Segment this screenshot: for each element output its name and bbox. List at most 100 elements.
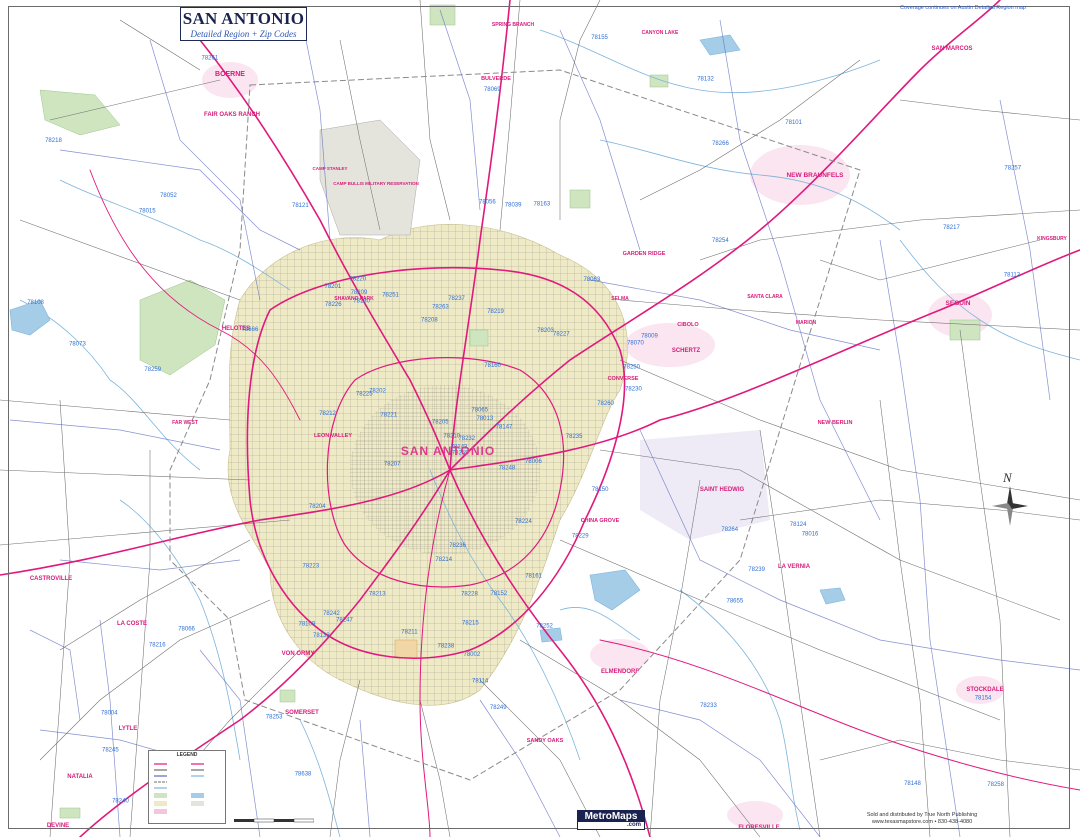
city-label: FAIR OAKS RANCH: [204, 112, 260, 118]
zip-label: 78109: [299, 622, 316, 628]
city-label: CANYON LAKE: [642, 30, 679, 36]
city-label: SCHERTZ: [672, 348, 701, 354]
zip-label: 78221: [380, 413, 397, 419]
zip-label: 78212: [319, 411, 336, 417]
city-label: SANTA CLARA: [747, 294, 783, 300]
zip-label: 78250: [623, 365, 640, 371]
zip-label: 78150: [592, 487, 609, 493]
city-label: NATALIA: [67, 774, 93, 780]
map-subtitle: Detailed Region + Zip Codes: [190, 29, 297, 39]
zip-label: 78163: [534, 202, 551, 208]
zip-label: 78228: [461, 592, 478, 598]
zip-label: 78213: [369, 592, 386, 598]
zip-label: 78229: [572, 534, 589, 540]
city-label: NEW BRAUNFELS: [786, 172, 844, 179]
zip-label: 78070: [627, 341, 644, 347]
title-box: SAN ANTONIO Detailed Region + Zip Codes: [180, 7, 307, 41]
zip-label: 78063: [584, 277, 601, 283]
zip-label: 78065: [471, 408, 488, 414]
zip-label: 78154: [975, 696, 992, 702]
compass-rose: N: [990, 470, 1030, 530]
zip-label: 78235: [566, 434, 583, 440]
city-label: CASTROVILLE: [30, 576, 72, 582]
zip-label: 78203: [537, 328, 554, 334]
zip-label: 78208: [421, 317, 438, 323]
brand-suffix: .com: [626, 822, 641, 828]
city-label: FLORESVILLE: [738, 825, 779, 831]
zip-label: 78258: [987, 782, 1004, 788]
legend-swatches: [154, 763, 204, 814]
zip-label: 78015: [139, 209, 156, 215]
compass-star-icon: [992, 486, 1028, 526]
zip-label: 78266: [712, 141, 729, 147]
zip-label: 78124: [790, 522, 807, 528]
zip-label: 78160: [484, 363, 501, 369]
city-label: MARION: [796, 320, 817, 326]
zip-label: 78112: [1004, 273, 1021, 279]
zip-label: 78101: [785, 120, 802, 126]
zip-label: 78006: [525, 459, 542, 465]
city-label: HELOTES: [222, 326, 250, 332]
zip-label: 78073: [69, 342, 86, 348]
zip-label: 78251: [382, 293, 399, 299]
zip-label: 78133: [313, 633, 330, 639]
zip-label: 78114: [472, 678, 489, 684]
zip-label: 78069: [484, 87, 501, 93]
zip-label: 78261: [202, 56, 219, 62]
legend-title: LEGEND: [176, 752, 198, 758]
zip-label: 78239: [748, 567, 765, 573]
city-label: SAINT HEDWIG: [700, 487, 745, 493]
city-label: DEVINE: [47, 823, 69, 829]
city-label: GARDEN RIDGE: [623, 251, 666, 257]
city-label: CAMP STANLEY: [312, 166, 347, 171]
city-label: CAMP BULLIS MILITARY RESERVATION: [333, 181, 419, 186]
zip-label: 78247: [336, 618, 353, 624]
scale-bar: [234, 818, 314, 823]
zip-label: 78224: [515, 519, 532, 525]
zip-label: 78238: [438, 644, 455, 650]
city-label: BULVERDE: [481, 76, 511, 82]
distributor-note: Sold and distributed by True North Publi…: [832, 812, 1012, 825]
zip-label: 78215: [462, 620, 479, 626]
zip-label: 78218: [45, 138, 62, 144]
zip-label: 78248: [499, 466, 516, 472]
zip-label: 78152: [491, 591, 508, 597]
city-label: CHINA GROVE: [581, 518, 620, 524]
city-label: CONVERSE: [608, 376, 639, 382]
zip-label: 78148: [904, 781, 921, 787]
zip-label: 78257: [1004, 165, 1021, 171]
city-label: FAR WEST: [172, 420, 198, 426]
city-label: SHAVANO PARK: [334, 296, 374, 302]
zip-label: 78002: [464, 652, 481, 658]
zip-label: 78214: [435, 557, 452, 563]
zip-label: 78226: [325, 302, 342, 308]
city-label: NEW BERLIN: [818, 420, 853, 426]
zip-label: 78223: [303, 563, 320, 569]
legend-box: LEGEND: [148, 750, 226, 824]
region-map[interactable]: 78006 78015 78013 78004 78070 78133 78132 78163…: [0, 0, 1080, 837]
city-label: LYTLE: [119, 726, 137, 732]
zip-label: 78264: [721, 527, 738, 533]
zip-label: 78013: [477, 416, 494, 422]
zip-label: 78254: [712, 238, 729, 244]
zip-label: 78066: [178, 627, 195, 633]
city-label: STOCKDALE: [966, 687, 1003, 693]
zip-label: 78245: [102, 748, 119, 754]
city-label: SELMA: [611, 296, 629, 302]
metromaps-logo: MetroMaps .com: [577, 810, 645, 830]
zip-label: 78204: [309, 504, 326, 510]
zip-label: 78009: [641, 333, 658, 339]
zip-label: 78211: [401, 630, 418, 636]
zip-label: 78132: [697, 77, 714, 83]
zip-label: 78230: [625, 387, 642, 393]
zip-label: 78147: [496, 425, 513, 431]
zip-label: 78108: [27, 300, 44, 306]
city-label: CIBOLO: [677, 322, 699, 328]
city-label: KINGSBURY: [1037, 236, 1067, 242]
city-label: ELMENDORF: [601, 669, 639, 675]
zip-label: 78227: [553, 331, 570, 337]
zip-label: 78252: [536, 624, 553, 630]
city-label: LEON VALLEY: [314, 433, 352, 439]
city-label: SANDY OAKS: [527, 738, 564, 744]
city-label: SPRING BRANCH: [492, 22, 535, 28]
